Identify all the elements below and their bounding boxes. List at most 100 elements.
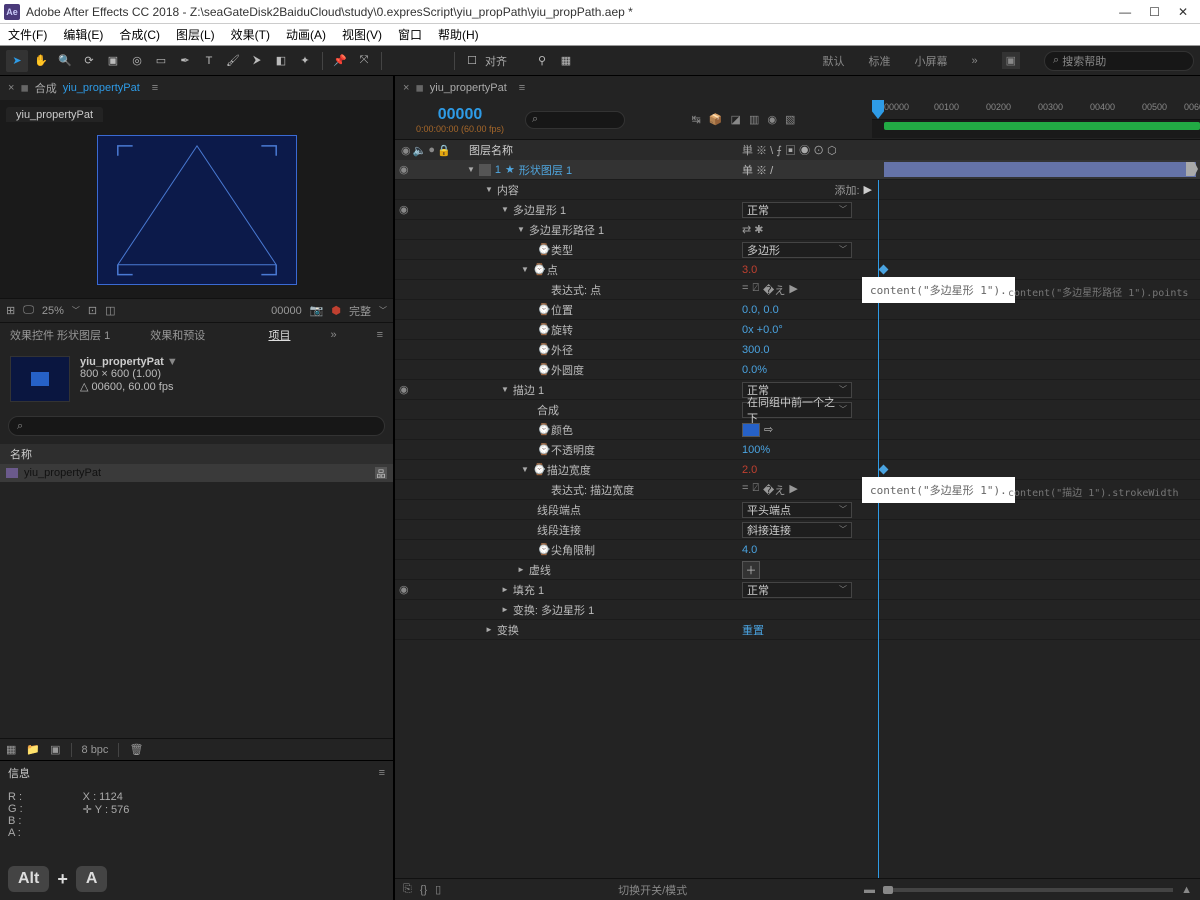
type-tool-icon[interactable]: T bbox=[198, 50, 220, 72]
frame-blend-icon[interactable]: ▥ bbox=[749, 113, 759, 126]
grid-icon[interactable]: ⊞ bbox=[6, 304, 15, 317]
snap-icon[interactable]: ☐ bbox=[461, 50, 483, 72]
frame-icon[interactable]: ▯ bbox=[435, 883, 441, 896]
eye-icon[interactable]: ◉ bbox=[399, 383, 409, 396]
hand-tool-icon[interactable]: ✋ bbox=[30, 50, 52, 72]
property-row[interactable]: ⌚外径300.0 bbox=[395, 340, 1200, 360]
stopwatch-icon[interactable]: ⌚ bbox=[537, 243, 547, 256]
property-value[interactable]: 3.0 bbox=[742, 264, 757, 276]
property-dropdown[interactable]: 多边形﹀ bbox=[742, 242, 852, 258]
layer-bar[interactable] bbox=[884, 162, 1196, 177]
timeline-body[interactable]: ▼内容添加: ▶◉▼多边星形 1正常﹀▼多边星形路径 1⇄ ✱⌚类型多边形﹀▼⌚… bbox=[395, 180, 1200, 878]
menu-animation[interactable]: 动画(A) bbox=[286, 26, 326, 43]
menu-file[interactable]: 文件(F) bbox=[8, 26, 47, 43]
shy-icon[interactable]: ◪ bbox=[731, 113, 741, 126]
layer-row[interactable]: ◉ ▼ 1 ★ 形状图层 1 单 ※ / bbox=[395, 160, 1200, 180]
effects-controls-tab[interactable]: 效果控件 形状图层 1 bbox=[10, 327, 110, 343]
property-row[interactable]: ▼⌚描边宽度2.0 bbox=[395, 460, 1200, 480]
property-row[interactable]: ▼⌚点3.0 bbox=[395, 260, 1200, 280]
menu-edit[interactable]: 编辑(E) bbox=[63, 26, 103, 43]
property-row[interactable]: 表达式: 描边宽度=⍁�え▶content("多边星形 1").content(… bbox=[395, 480, 1200, 500]
panel-menu-icon[interactable]: ≡ bbox=[152, 82, 158, 94]
panel-overflow-icon[interactable]: » bbox=[330, 329, 336, 341]
interpret-icon[interactable]: ▦ bbox=[6, 743, 16, 756]
resolution-dropdown[interactable]: 完整 bbox=[349, 303, 371, 319]
property-row[interactable]: ⌚不透明度100% bbox=[395, 440, 1200, 460]
layer-switches[interactable]: 单 ※ / bbox=[742, 162, 872, 178]
snap-edge-icon[interactable]: ⚲ bbox=[531, 50, 553, 72]
menu-window[interactable]: 窗口 bbox=[398, 26, 422, 43]
property-value[interactable]: 2.0 bbox=[742, 464, 757, 476]
camera-icon[interactable]: 📷 bbox=[310, 304, 324, 317]
layer-name-column[interactable]: 图层名称 bbox=[461, 142, 742, 158]
minimize-button[interactable]: — bbox=[1119, 5, 1131, 19]
twirl-icon[interactable]: ► bbox=[501, 605, 509, 614]
composition-viewer[interactable] bbox=[0, 122, 393, 298]
stopwatch-icon[interactable]: ⌚ bbox=[537, 443, 547, 456]
stopwatch-icon[interactable]: ⌚ bbox=[537, 323, 547, 336]
work-area-bar[interactable] bbox=[872, 120, 1200, 138]
property-value[interactable]: 重置 bbox=[742, 622, 764, 638]
property-value[interactable]: 4.0 bbox=[742, 544, 757, 556]
property-row[interactable]: ⌚类型多边形﹀ bbox=[395, 240, 1200, 260]
stopwatch-icon[interactable]: ⌚ bbox=[533, 263, 543, 276]
keyframe-icon[interactable] bbox=[879, 265, 889, 275]
puppet-tool-icon[interactable]: 📌 bbox=[329, 50, 351, 72]
project-column-header[interactable]: 名称 bbox=[0, 444, 393, 464]
twirl-icon[interactable]: ▼ bbox=[517, 225, 525, 234]
toggle-modes-label[interactable]: 切换开关/模式 bbox=[449, 882, 856, 898]
comp-mini-flow-icon[interactable]: ↹ bbox=[692, 113, 701, 126]
zoom-in-icon[interactable]: ▲ bbox=[1181, 884, 1192, 896]
draft3d-icon[interactable]: 📦 bbox=[709, 113, 723, 126]
time-ruler[interactable]: 00000 00100 00200 00300 00400 00500 0060 bbox=[872, 100, 1200, 120]
zoom-tool-icon[interactable]: 🔍 bbox=[54, 50, 76, 72]
panel-close-icon[interactable]: × bbox=[8, 82, 14, 94]
property-dropdown[interactable]: 正常﹀ bbox=[742, 202, 852, 218]
property-value[interactable]: 0.0, 0.0 bbox=[742, 304, 779, 316]
panel-menu-icon[interactable]: ≡ bbox=[379, 767, 385, 779]
toggle-switches-icon[interactable]: ⎘ bbox=[403, 883, 412, 896]
local-axis-icon[interactable]: ⤧ bbox=[353, 50, 375, 72]
switches-column[interactable]: 単 ※ \ ⨍ ▣ ◉ ⊙ ⬡ bbox=[742, 142, 872, 158]
property-row[interactable]: ◉►填充 1正常﹀ bbox=[395, 580, 1200, 600]
motion-blur-icon[interactable]: ◉ bbox=[767, 113, 777, 126]
menu-view[interactable]: 视图(V) bbox=[342, 26, 382, 43]
zoom-out-icon[interactable]: ▬ bbox=[864, 884, 875, 896]
expression-controls[interactable]: =⍁�え▶ bbox=[742, 482, 798, 498]
project-row[interactable]: yiu_propertyPat 品 bbox=[0, 464, 393, 482]
eye-column-icon[interactable]: ◉ bbox=[401, 144, 411, 157]
roto-tool-icon[interactable]: ✦ bbox=[294, 50, 316, 72]
stopwatch-icon[interactable]: ⌚ bbox=[537, 363, 547, 376]
selection-tool-icon[interactable]: ➤ bbox=[6, 50, 28, 72]
zoom-value[interactable]: 25% bbox=[42, 305, 64, 317]
property-value[interactable]: 0.0% bbox=[742, 364, 767, 376]
timeline-search-input[interactable]: ⌕ bbox=[525, 111, 625, 129]
orbit-tool-icon[interactable]: ⟳ bbox=[78, 50, 100, 72]
project-search-input[interactable]: ⌕ bbox=[8, 416, 385, 436]
panel-lock-icon[interactable]: ◼ bbox=[415, 83, 423, 94]
property-dropdown[interactable]: 斜接连接﹀ bbox=[742, 522, 852, 538]
snap-grid-icon[interactable]: ▦ bbox=[555, 50, 577, 72]
workspace-default[interactable]: 默认 bbox=[822, 53, 844, 69]
stopwatch-icon[interactable]: ⌚ bbox=[537, 303, 547, 316]
expression-controls[interactable]: =⍁�え▶ bbox=[742, 282, 798, 298]
stopwatch-icon[interactable]: ⌚ bbox=[537, 423, 547, 436]
property-row[interactable]: 表达式: 点=⍁�え▶content("多边星形 1").content("多边… bbox=[395, 280, 1200, 300]
stopwatch-icon[interactable]: ⌚ bbox=[537, 543, 547, 556]
property-dropdown[interactable]: 正常﹀ bbox=[742, 582, 852, 598]
menu-layer[interactable]: 图层(L) bbox=[176, 26, 215, 43]
property-value[interactable]: 100% bbox=[742, 444, 770, 456]
marker-icon[interactable] bbox=[1186, 162, 1198, 176]
property-row[interactable]: ▼多边星形路径 1⇄ ✱ bbox=[395, 220, 1200, 240]
property-row[interactable]: ▼内容添加: ▶ bbox=[395, 180, 1200, 200]
property-row[interactable]: ►虚线＋ bbox=[395, 560, 1200, 580]
workspace-overflow-icon[interactable]: » bbox=[971, 55, 977, 67]
property-row[interactable]: ►变换重置 bbox=[395, 620, 1200, 640]
eye-icon[interactable]: ◉ bbox=[399, 583, 409, 596]
monitor-icon[interactable]: 🖵 bbox=[23, 304, 34, 317]
graph-editor-icon[interactable]: ▧ bbox=[785, 113, 795, 126]
keyframe-icon[interactable] bbox=[879, 465, 889, 475]
workspace-small[interactable]: 小屏幕 bbox=[914, 53, 947, 69]
palette-icon[interactable]: ⬢ bbox=[331, 304, 341, 317]
eye-icon[interactable]: ◉ bbox=[399, 163, 409, 176]
